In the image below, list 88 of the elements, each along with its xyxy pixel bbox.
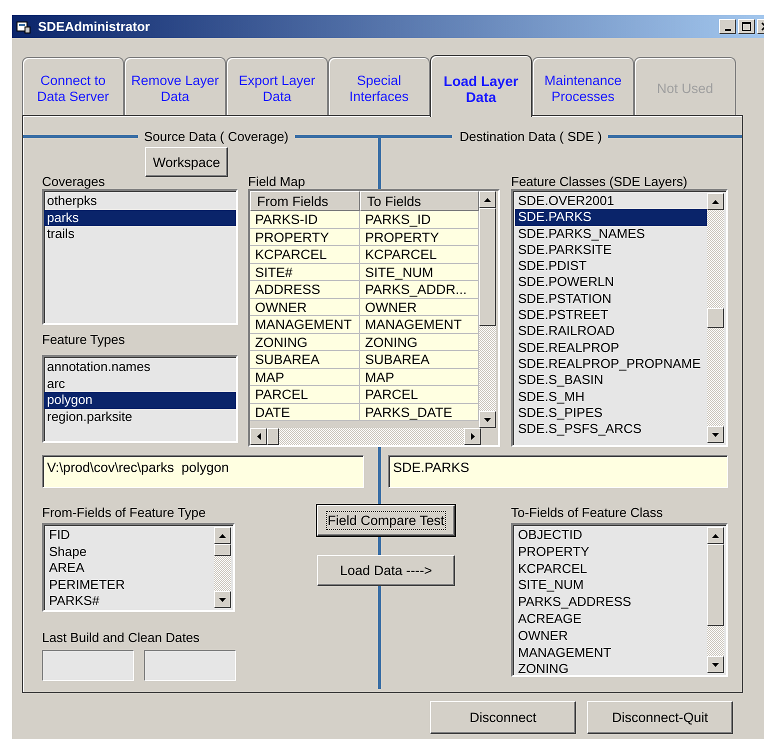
- tab[interactable]: Maintenance Processes: [532, 57, 634, 115]
- list-item[interactable]: OWNER: [515, 628, 707, 645]
- grid-label: Field Map: [248, 174, 306, 189]
- list-item[interactable]: region.parksite: [44, 408, 236, 425]
- footer-button[interactable]: Disconnect: [430, 701, 576, 734]
- source-path-field[interactable]: V:\prod\cov\rec\parks polygon: [42, 455, 364, 488]
- list-box[interactable]: annotation.names arc polygon region.parksite: [42, 355, 238, 443]
- table-cell: KCPARCEL: [250, 246, 360, 264]
- tab[interactable]: Remove Layer Data: [124, 57, 226, 115]
- table-cell: PARKS-ID: [250, 211, 360, 228]
- list-item[interactable]: arc: [44, 376, 236, 392]
- list-box[interactable]: otherpks parks trails: [42, 189, 238, 325]
- list-item[interactable]: annotation.names: [44, 359, 236, 376]
- list-item[interactable]: SDE.S_PIPES: [515, 404, 707, 422]
- list-item[interactable]: otherpks: [44, 193, 236, 210]
- group-title: Source Data ( Coverage): [144, 128, 289, 144]
- table-cell: SITE#: [250, 264, 360, 281]
- table-cell: SUBAREA: [360, 351, 479, 368]
- tab[interactable]: Connect to Data Server: [22, 57, 124, 115]
- list-item[interactable]: AREA: [46, 560, 214, 577]
- table-cell: PARKS_ADDR...: [360, 281, 479, 298]
- table-cell: PARKS_ID: [360, 211, 479, 228]
- table-cell: ZONING: [250, 334, 360, 351]
- tab[interactable]: Load Layer Data: [430, 55, 532, 117]
- list-label: Coverages: [42, 174, 105, 189]
- column-header[interactable]: To Fields: [360, 191, 479, 211]
- list-item[interactable]: trails: [44, 226, 236, 242]
- list-item[interactable]: SDE.POWERLN: [515, 274, 707, 291]
- list-item[interactable]: SDE.S_MH: [515, 388, 707, 405]
- list-box[interactable]: FID Shape AREA PERIMETER PARKS#: [42, 523, 235, 612]
- list-item[interactable]: OBJECTID: [515, 527, 707, 544]
- group-title: Destination Data ( SDE ): [460, 128, 602, 144]
- list-item[interactable]: SDE.PARKS_NAMES: [515, 226, 707, 242]
- window-title: SDEAdministrator: [38, 19, 150, 34]
- list-item[interactable]: KCPARCEL: [515, 560, 707, 578]
- list-item[interactable]: SITE_NUM: [515, 577, 707, 594]
- table-cell: PROPERTY: [250, 228, 360, 246]
- list-label: Feature Classes (SDE Layers): [511, 174, 688, 189]
- column-header[interactable]: From Fields: [250, 191, 360, 211]
- list-item[interactable]: SDE.OVER2001: [515, 193, 707, 210]
- list-label: Feature Types: [42, 332, 126, 347]
- list-item[interactable]: SDE.S_BASIN: [515, 372, 707, 389]
- table-cell: PARCEL: [250, 386, 360, 404]
- load-data-button[interactable]: Load Data ---->: [317, 555, 455, 586]
- table-cell: PARCEL: [360, 386, 479, 404]
- list-box[interactable]: SDE.OVER2001 SDE.PARKS SDE.PARKS_NAMES SDE.PARKSITE SDE.PDIST SDE.POWERLN SDE.PSTATION SDE.PSTREET SDE.RAILROAD SDE.REALPROP SDE.REALPROP_PROPNAME SDE.S_BASIN SDE.S_MH SDE.S_PIPES SDE.S_PSFS_ARCS: [511, 189, 728, 447]
- list-label: To-Fields of Feature Class: [511, 505, 664, 520]
- table-cell: OWNER: [360, 298, 479, 316]
- list-item[interactable]: MANAGEMENT: [515, 644, 707, 662]
- list-item[interactable]: PERIMETER: [46, 576, 214, 594]
- list-item[interactable]: Shape: [46, 544, 214, 560]
- list-item[interactable]: SDE.REALPROP_PROPNAME: [515, 356, 707, 372]
- tab[interactable]: Export Layer Data: [226, 57, 328, 115]
- table-cell: PROPERTY: [360, 228, 479, 246]
- list-item[interactable]: PARKS_ADDRESS: [515, 594, 707, 611]
- list-item[interactable]: PROPERTY: [515, 544, 707, 561]
- table-cell: MAP: [360, 368, 479, 386]
- list-item[interactable]: polygon: [44, 392, 236, 408]
- list-item[interactable]: SDE.REALPROP: [515, 340, 707, 356]
- list-label: From-Fields of Feature Type: [42, 505, 207, 520]
- list-item[interactable]: SDE.S_PSFS_ARCS: [515, 421, 707, 438]
- field-compare-button[interactable]: Field Compare Test: [317, 505, 455, 536]
- list-item[interactable]: SDE.RAILROAD: [515, 323, 707, 340]
- table-cell: SITE_NUM: [360, 264, 479, 281]
- list-item[interactable]: SDE.PDIST: [515, 258, 707, 274]
- table-cell: KCPARCEL: [360, 246, 479, 264]
- table-cell: MAP: [250, 368, 360, 386]
- list-item[interactable]: parks: [44, 210, 236, 226]
- table-cell: SUBAREA: [250, 351, 360, 368]
- table-cell: DATE: [250, 404, 360, 421]
- list-item[interactable]: SDE.PARKS: [515, 209, 707, 226]
- destination-field[interactable]: SDE.PARKS: [388, 455, 728, 488]
- table-cell: ZONING: [360, 334, 479, 351]
- list-item[interactable]: FID: [46, 527, 214, 544]
- list-item[interactable]: PARKS#: [46, 593, 214, 608]
- table-cell: MANAGEMENT: [250, 316, 360, 334]
- list-item[interactable]: SDE.PARKSITE: [515, 242, 707, 258]
- field-label: Last Build and Clean Dates: [42, 630, 201, 645]
- table-cell: MANAGEMENT: [360, 316, 479, 334]
- list-item[interactable]: SDE.PSTREET: [515, 307, 707, 324]
- list-item[interactable]: SDE.PSTATION: [515, 290, 707, 308]
- tab[interactable]: Special Interfaces: [328, 57, 430, 115]
- table-cell: PARKS_DATE: [360, 404, 479, 421]
- workspace-button[interactable]: Workspace: [145, 147, 228, 177]
- list-item[interactable]: ACREAGE: [515, 610, 707, 628]
- table-cell: OWNER: [250, 298, 360, 316]
- footer-button[interactable]: Disconnect-Quit: [587, 701, 733, 734]
- table-cell: ADDRESS: [250, 281, 360, 298]
